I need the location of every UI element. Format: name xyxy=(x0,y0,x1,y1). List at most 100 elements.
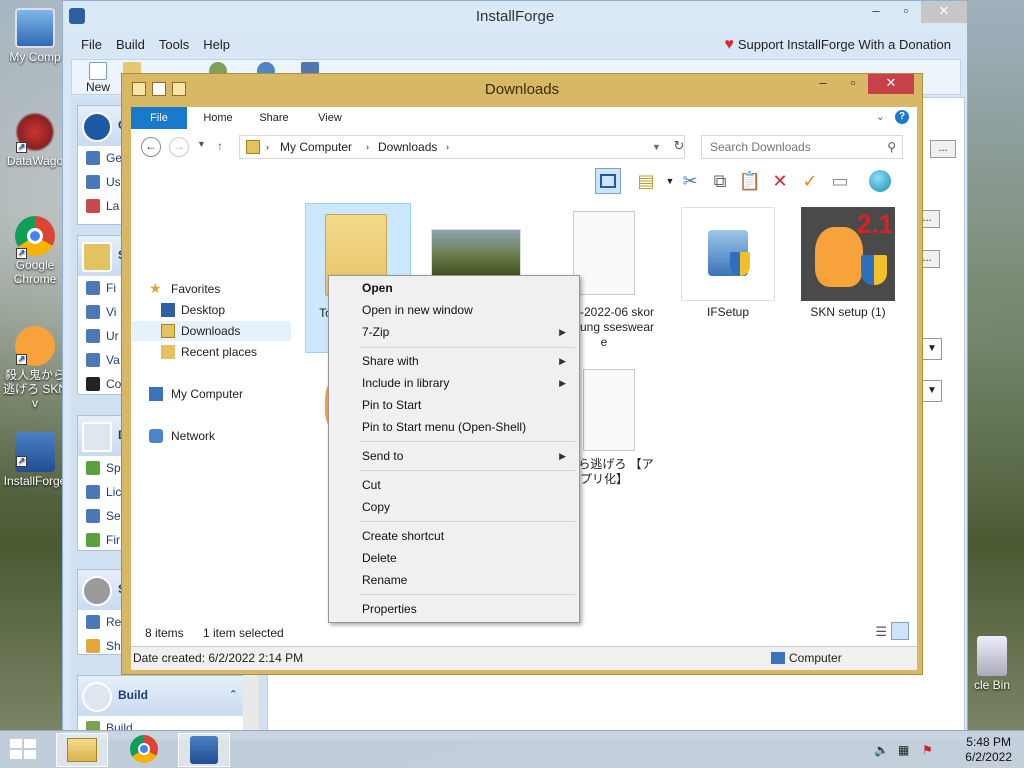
search-icon: ⚲ xyxy=(887,140,896,154)
clock[interactable]: 5:48 PM 6/2/2022 xyxy=(965,735,1012,765)
forward-button[interactable]: → xyxy=(169,137,189,157)
star-icon: ★ xyxy=(149,280,162,296)
action-center-icon[interactable]: ⚑ xyxy=(922,743,938,757)
breadcrumb-my-computer[interactable]: My Computer xyxy=(280,140,352,154)
breadcrumb-separator[interactable]: › xyxy=(266,142,269,152)
registry-icon xyxy=(86,615,100,629)
nav-downloads[interactable]: Downloads xyxy=(131,321,291,341)
file-item[interactable]: IFSetup xyxy=(675,203,781,353)
menu-help[interactable]: Help xyxy=(203,33,230,57)
nav-my-computer[interactable]: My Computer xyxy=(131,384,291,404)
help-icon[interactable]: ? xyxy=(895,110,909,124)
breadcrumb-separator[interactable]: › xyxy=(366,142,369,152)
checkbox-folder-icon[interactable]: ▤ xyxy=(633,168,659,194)
collapse-icon[interactable]: ⌃ xyxy=(229,688,238,701)
menu-item-pin-to-start[interactable]: Pin to Start xyxy=(332,394,576,416)
expand-ribbon-icon[interactable]: ⌄ xyxy=(876,110,885,124)
preview-pane-icon[interactable] xyxy=(595,168,621,194)
cut-icon[interactable]: ✂ xyxy=(677,168,703,194)
tab-home[interactable]: Home xyxy=(193,107,243,129)
address-dropdown-icon[interactable]: ▼ xyxy=(652,142,661,152)
nav-label: Recent places xyxy=(181,345,258,359)
rename-icon[interactable]: ▭ xyxy=(827,168,853,194)
globe-icon[interactable] xyxy=(867,168,893,194)
clock-date: 6/2/2022 xyxy=(965,750,1012,764)
maximize-button[interactable]: ▫ xyxy=(891,1,921,23)
up-button[interactable]: ↑ xyxy=(217,139,223,153)
delete-icon[interactable]: ✕ xyxy=(767,168,793,194)
desktop-icon-my-computer[interactable]: My Comp xyxy=(0,8,70,64)
menu-item-include-in-library[interactable]: Include in library ▶ xyxy=(332,372,576,394)
menu-separator xyxy=(359,594,575,595)
desktop-icon-datawago[interactable]: ↗ DataWago xyxy=(0,112,70,168)
breadcrumb-downloads[interactable]: Downloads xyxy=(378,140,437,154)
tab-file[interactable]: File xyxy=(131,107,187,129)
nav-label: Downloads xyxy=(181,324,241,338)
minimize-button[interactable]: – xyxy=(861,1,891,23)
menu-build[interactable]: Build xyxy=(116,33,145,57)
properties-icon[interactable] xyxy=(152,82,166,96)
splash-icon xyxy=(86,461,100,475)
address-field[interactable]: › My Computer › Downloads › ▼ xyxy=(239,135,685,159)
desktop-icon-installforge[interactable]: ↗ InstallForge xyxy=(0,432,70,488)
new-folder-icon[interactable] xyxy=(172,82,186,96)
menu-item-rename[interactable]: Rename xyxy=(332,569,576,591)
speaker-muted-icon[interactable]: 🔈 xyxy=(874,743,890,757)
desktop-icon-recycle-bin[interactable]: cle Bin xyxy=(960,636,1024,692)
desktop-icon-skn[interactable]: ↗ 殺人鬼から逃げろ SKN v xyxy=(0,326,70,410)
back-button[interactable]: ← xyxy=(141,137,161,157)
desktop-icon-google-chrome[interactable]: ↗ Google Chrome xyxy=(0,216,70,286)
tab-view[interactable]: View xyxy=(305,107,355,129)
dropdown-arrow[interactable]: ▼ xyxy=(922,338,942,360)
menu-item-open[interactable]: Open xyxy=(332,277,576,299)
maximize-button[interactable]: ▫ xyxy=(838,74,868,94)
copy-icon[interactable]: ⧉ xyxy=(707,168,733,194)
menu-item-pin-to-start-menu[interactable]: Pin to Start menu (Open-Shell) xyxy=(332,416,576,438)
large-icons-view-icon[interactable] xyxy=(891,622,909,640)
minimize-button[interactable]: – xyxy=(808,74,838,94)
explorer-titlebar[interactable]: Downloads – ▫ ✕ xyxy=(122,74,922,106)
donate-link[interactable]: ♥ Support InstallForge With a Donation xyxy=(724,33,951,57)
search-input[interactable] xyxy=(702,136,880,158)
dropdown-arrow[interactable]: ▼ xyxy=(922,380,942,402)
menu-item-cut[interactable]: Cut xyxy=(332,474,576,496)
menu-item-7zip[interactable]: 7-Zip ▶ xyxy=(332,321,576,343)
nav-recent-places[interactable]: Recent places xyxy=(131,342,291,362)
details-bar: Date created: 6/2/2022 2:14 PM Computer xyxy=(131,646,917,670)
details-view-icon[interactable]: ☰ xyxy=(875,624,887,640)
menu-item-properties[interactable]: Properties xyxy=(332,598,576,620)
nav-desktop[interactable]: Desktop xyxy=(131,300,291,320)
breadcrumb-separator[interactable]: › xyxy=(446,142,449,152)
start-button[interactable] xyxy=(8,737,40,763)
nav-network[interactable]: Network xyxy=(131,426,291,446)
shortcut-arrow-icon: ↗ xyxy=(16,354,27,365)
refresh-button[interactable]: ↻ xyxy=(669,135,689,159)
paste-icon[interactable]: 📋 xyxy=(737,168,763,194)
menu-item-delete[interactable]: Delete xyxy=(332,547,576,569)
menu-file[interactable]: File xyxy=(81,33,102,57)
taskbar-explorer[interactable] xyxy=(56,733,108,767)
menu-item-open-new-window[interactable]: Open in new window xyxy=(332,299,576,321)
browse-button[interactable]: ... xyxy=(930,140,956,158)
tab-share[interactable]: Share xyxy=(249,107,299,129)
menu-item-copy[interactable]: Copy xyxy=(332,496,576,518)
taskbar-installforge[interactable] xyxy=(178,733,230,767)
taskbar-chrome[interactable] xyxy=(118,733,170,767)
folder-icon[interactable] xyxy=(132,82,146,96)
date-created: Date created: 6/2/2022 2:14 PM xyxy=(133,651,304,665)
menu-item-create-shortcut[interactable]: Create shortcut xyxy=(332,525,576,547)
menu-item-share-with[interactable]: Share with ▶ xyxy=(332,350,576,372)
side-panel-build: Build ⌃ Build xyxy=(77,675,247,735)
close-button[interactable]: ✕ xyxy=(868,74,914,94)
file-item[interactable]: 2.1 SKN setup (1) xyxy=(795,203,901,353)
checkmark-icon[interactable]: ✓ xyxy=(797,168,823,194)
close-button[interactable]: ✕ xyxy=(921,1,967,23)
recent-locations-icon[interactable]: ▼ xyxy=(197,139,206,149)
search-field[interactable]: ⚲ xyxy=(701,135,903,159)
menu-item-send-to[interactable]: Send to ▶ xyxy=(332,445,576,467)
network-icon[interactable]: ▦ xyxy=(898,743,914,757)
side-panel-header[interactable]: Build ⌃ xyxy=(78,676,246,716)
menu-tools[interactable]: Tools xyxy=(159,33,189,57)
chrome-icon xyxy=(130,735,158,763)
nav-favorites[interactable]: ★ Favorites xyxy=(131,279,291,299)
